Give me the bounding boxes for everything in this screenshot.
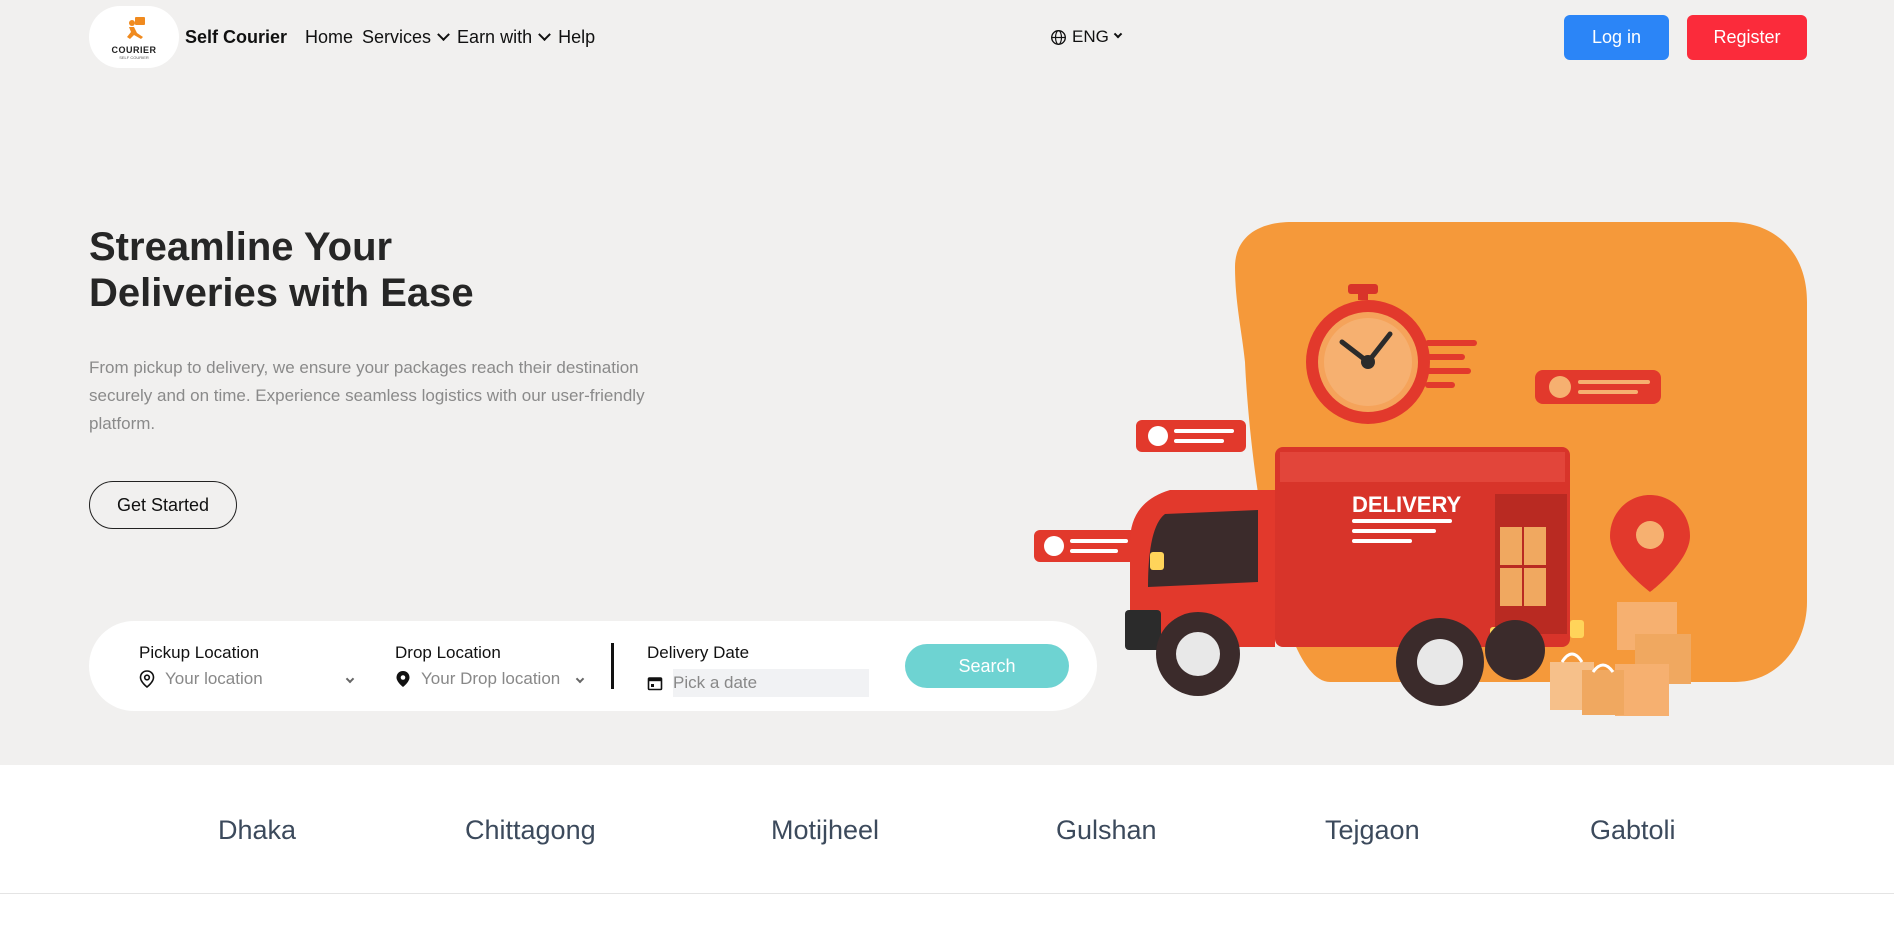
chevron-down-icon [345,674,355,684]
map-pin-filled-icon [396,671,410,687]
logo[interactable]: COURIER SELF COURIER [89,6,179,68]
nav-home[interactable]: Home [305,27,353,48]
globe-icon [1051,29,1066,45]
message-bubble-icon [1136,420,1246,452]
location-link[interactable]: Tejgaon [1325,815,1420,846]
language-label: ENG [1072,27,1109,46]
map-pin-outline-icon [139,670,155,688]
chevron-down-icon [538,28,551,42]
location-link[interactable]: Gabtoli [1590,815,1676,846]
location-link[interactable]: Dhaka [218,815,296,846]
top-navbar: COURIER SELF COURIER Self Courier Home S… [0,0,1894,78]
language-selector[interactable]: ENG [1050,27,1123,47]
page-continuation [0,894,1894,933]
delivery-date-label: Delivery Date [647,643,750,662]
hero-title-line-1: Streamline Your [89,225,393,269]
hero-title-line-2: Deliveries with Ease [89,271,474,315]
chevron-down-icon [575,674,585,684]
delivery-date-input[interactable]: Pick a date [673,669,869,697]
drop-location-label: Drop Location [395,643,501,662]
drop-location-input[interactable]: Your Drop location [421,669,577,689]
nav-services-label: Services [362,27,432,47]
logo-text: COURIER [111,44,157,55]
nav-home-label: Home [305,27,354,47]
hero-description: From pickup to delivery, we ensure your … [89,358,645,433]
register-button[interactable]: Register [1687,15,1807,60]
calendar-icon [647,677,663,691]
delivery-date-field[interactable]: Delivery Date Pick a date [647,643,869,697]
location-link[interactable]: Chittagong [465,815,596,846]
popular-locations-strip: Dhaka Chittagong Motijheel Gulshan Tejga… [0,765,1894,894]
pickup-location-field[interactable]: Pickup Location Your location [139,643,355,689]
pickup-location-label: Pickup Location [139,643,260,662]
message-bubble-icon [1535,370,1661,404]
delivery-date-placeholder: Pick a date [673,673,758,692]
pickup-location-input[interactable]: Your location [165,669,347,689]
delivery-search-bar: Pickup Location Your location Drop Locat… [89,621,1097,711]
location-link[interactable]: Gulshan [1056,815,1157,846]
search-divider [611,643,614,689]
nav-help[interactable]: Help [558,27,595,48]
logo-subtext: SELF COURIER [119,54,149,60]
login-button[interactable]: Log in [1564,15,1669,60]
courier-runner-icon [127,16,145,39]
nav-services[interactable]: Services [362,27,450,48]
delivery-truck-illustration: DELIVERY [1034,222,1807,716]
drop-location-field[interactable]: Drop Location Your Drop location [395,643,585,689]
chevron-down-icon [1113,29,1123,39]
hero-title: Streamline Your Deliveries with Ease [89,224,609,316]
truck-delivery-label: DELIVERY [1352,492,1462,517]
get-started-button[interactable]: Get Started [89,481,237,529]
nav-help-label: Help [558,27,596,47]
nav-earn-with-label: Earn with [457,27,533,47]
chevron-down-icon [437,28,450,42]
main-nav: Home Services Earn with Help [305,27,604,48]
nav-earn-with[interactable]: Earn with [457,27,551,48]
message-bubble-icon [1034,530,1138,562]
brand-name[interactable]: Self Courier [185,27,287,48]
location-link[interactable]: Motijheel [771,815,879,846]
